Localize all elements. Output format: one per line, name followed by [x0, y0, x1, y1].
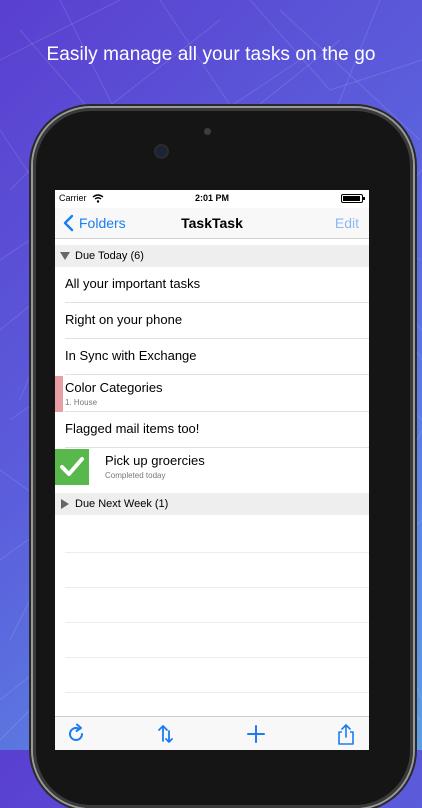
app-screen: Carrier 2:01 PM Folders TaskTask Edit Du…: [55, 190, 369, 750]
triangle-down-icon: [60, 252, 70, 260]
sort-button[interactable]: [155, 723, 179, 745]
status-time: 2:01 PM: [194, 193, 229, 203]
task-row[interactable]: Right on your phone: [55, 303, 369, 339]
task-title: Right on your phone: [65, 312, 183, 327]
triangle-right-icon: [61, 499, 69, 509]
category-color-bar: [55, 376, 63, 412]
headline: Easily manage all your tasks on the go: [46, 44, 376, 65]
add-task-button[interactable]: [245, 723, 269, 745]
task-row[interactable]: All your important tasks: [55, 267, 369, 303]
empty-list-area: [65, 518, 369, 728]
add-icon: [247, 725, 265, 743]
edit-button[interactable]: Edit: [335, 215, 359, 231]
checkmark-icon: [60, 457, 84, 476]
task-row[interactable]: Flagged mail items too!: [55, 412, 369, 448]
task-title: All your important tasks: [65, 276, 201, 291]
refresh-button[interactable]: [65, 723, 89, 745]
sort-icon: [158, 725, 173, 743]
task-title: Flagged mail items too!: [65, 421, 200, 436]
task-row-completed[interactable]: Pick up groercies Completed today: [55, 449, 369, 485]
completed-checkbox[interactable]: [55, 449, 89, 485]
task-completed-date: Completed today: [105, 471, 166, 480]
task-category: 1. House: [65, 398, 98, 407]
bottom-toolbar: [55, 716, 369, 750]
task-row[interactable]: In Sync with Exchange: [55, 339, 369, 375]
task-title: In Sync with Exchange: [65, 348, 197, 363]
speaker-icon: [204, 128, 211, 135]
section-label: Due Next Week (1): [75, 498, 169, 510]
section-header-due-today[interactable]: Due Today (6): [55, 245, 369, 267]
battery-icon: [341, 194, 365, 203]
task-row-color-category[interactable]: Color Categories 1. House: [55, 376, 369, 412]
status-bar: Carrier 2:01 PM: [55, 190, 369, 208]
task-title: Pick up groercies: [105, 453, 205, 468]
page-title: TaskTask: [181, 215, 243, 231]
task-title: Color Categories: [65, 380, 163, 395]
camera-icon: [156, 146, 167, 157]
section-header-due-next-week[interactable]: Due Next Week (1): [55, 493, 369, 515]
section-label: Due Today (6): [75, 250, 144, 262]
share-button[interactable]: [335, 723, 359, 745]
share-icon: [338, 724, 354, 745]
refresh-icon: [69, 723, 83, 741]
navigation-bar: Folders TaskTask Edit: [55, 208, 369, 239]
